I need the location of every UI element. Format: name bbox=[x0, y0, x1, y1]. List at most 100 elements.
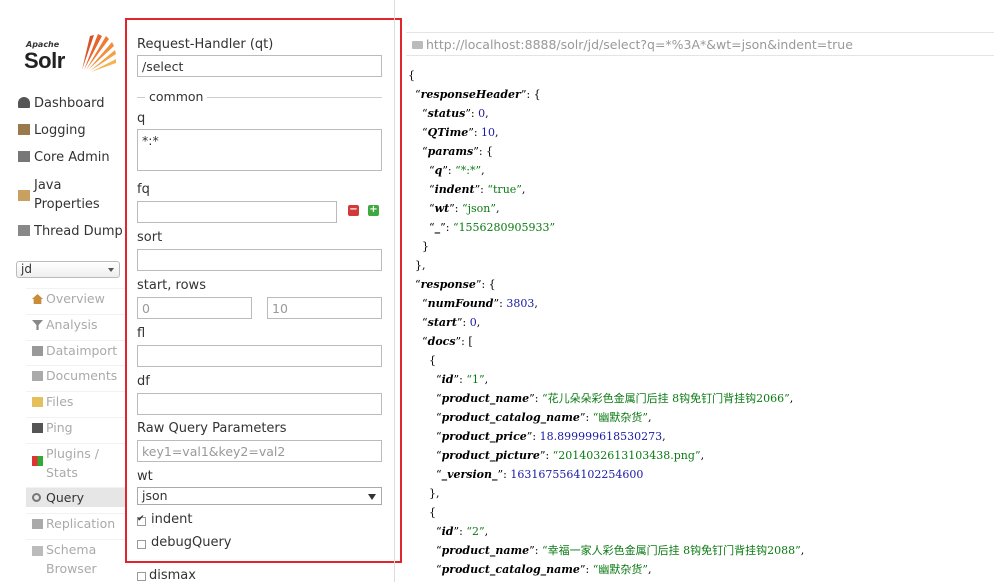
json-doc0-id: 1 bbox=[471, 373, 479, 386]
replication-icon bbox=[32, 519, 43, 529]
json-qtime: 10 bbox=[481, 126, 496, 139]
core-menu-overview[interactable]: Overview bbox=[26, 288, 125, 308]
dataimport-icon bbox=[32, 346, 43, 356]
core-selector-value: jd bbox=[21, 262, 32, 276]
json-doc0-product-name: 花儿朵朵彩色金属门后挂 8钩免钉门背挂钩2066 bbox=[547, 392, 785, 405]
legend-line-right bbox=[207, 97, 382, 98]
core-menu-ping-label: Ping bbox=[46, 420, 73, 435]
core-menu-documents-label: Documents bbox=[46, 368, 118, 383]
core-menu-replication-label: Replication bbox=[46, 516, 116, 531]
ping-icon bbox=[32, 423, 43, 433]
solr-sun-icon bbox=[82, 34, 116, 72]
nav-core-admin[interactable]: Core Admin bbox=[18, 148, 110, 167]
wt-label: wt bbox=[137, 469, 153, 484]
nav-dashboard-label: Dashboard bbox=[34, 96, 105, 111]
df-input[interactable] bbox=[137, 393, 382, 415]
df-label: df bbox=[137, 374, 150, 389]
rows-input[interactable]: 10 bbox=[267, 297, 382, 319]
wt-select[interactable]: json bbox=[137, 487, 382, 505]
raw-params-label: Raw Query Parameters bbox=[137, 421, 287, 436]
nav-dashboard[interactable]: Dashboard bbox=[18, 94, 105, 113]
json-doc0-price: 18.899999618530273 bbox=[539, 430, 663, 443]
thread-dump-icon bbox=[18, 225, 30, 236]
core-menu-dataimport[interactable]: Dataimport bbox=[26, 340, 125, 360]
search-icon bbox=[32, 493, 41, 502]
indent-label: indent bbox=[151, 512, 193, 527]
url-icon bbox=[412, 41, 423, 49]
filter-icon bbox=[32, 320, 43, 330]
core-menu-analysis-label: Analysis bbox=[46, 317, 98, 332]
result-url-text: http://localhost:8888/solr/jd/select?q=*… bbox=[426, 37, 853, 52]
chevron-down-icon bbox=[368, 494, 376, 500]
result-url-link[interactable]: http://localhost:8888/solr/jd/select?q=*… bbox=[406, 32, 994, 56]
q-textarea[interactable]: *:* bbox=[137, 129, 382, 171]
core-menu-dataimport-label: Dataimport bbox=[46, 343, 118, 358]
schema-icon bbox=[32, 546, 43, 556]
core-menu-plugins-stats[interactable]: Plugins / Stats bbox=[26, 443, 125, 483]
nav-core-admin-label: Core Admin bbox=[34, 150, 110, 165]
json-doc0-version: 1631675564102254600 bbox=[510, 468, 644, 481]
common-fieldset-legend: common bbox=[137, 89, 382, 104]
json-response: { “responseHeader”: { “status”: 0, “QTim… bbox=[408, 69, 805, 576]
debug-query-checkbox[interactable] bbox=[137, 540, 146, 549]
core-menu-schema-label: Schema bbox=[46, 542, 97, 557]
fq-input[interactable] bbox=[137, 201, 337, 223]
json-start: 0 bbox=[469, 316, 477, 329]
core-menu-plugins-label: Plugins / bbox=[46, 446, 99, 461]
core-menu-documents[interactable]: Documents bbox=[26, 365, 125, 385]
json-param-indent: true bbox=[493, 183, 517, 196]
legend-line-left bbox=[137, 97, 145, 98]
core-menu-replication[interactable]: Replication bbox=[26, 513, 125, 533]
add-fq-button[interactable]: + bbox=[368, 205, 379, 216]
qt-input[interactable]: /select bbox=[137, 55, 382, 77]
nav-logging[interactable]: Logging bbox=[18, 121, 86, 140]
nav-thread-dump[interactable]: Thread Dump bbox=[18, 222, 123, 241]
indent-checkbox[interactable] bbox=[137, 514, 146, 526]
sort-label: sort bbox=[137, 230, 163, 245]
chevron-down-icon bbox=[108, 268, 114, 272]
nav-thread-dump-label: Thread Dump bbox=[34, 224, 123, 239]
json-doc1-catalog: 幽默杂货 bbox=[598, 563, 643, 576]
logo-solr-text: Solr bbox=[24, 48, 65, 73]
sidebar: Apache Solr Dashboard Logging Core Admin… bbox=[0, 0, 125, 582]
raw-params-input[interactable]: key1=val1&key2=val2 bbox=[137, 440, 382, 462]
panel-divider bbox=[394, 0, 395, 582]
core-menu-query-label: Query bbox=[46, 490, 84, 505]
solr-logo[interactable]: Apache Solr bbox=[24, 28, 116, 78]
sort-input[interactable] bbox=[137, 249, 382, 271]
json-doc0-picture: 2014032613103438.png bbox=[558, 449, 695, 462]
nav-properties-label: Properties bbox=[34, 197, 100, 212]
debug-query-label: debugQuery bbox=[151, 535, 232, 550]
logging-icon bbox=[18, 124, 30, 135]
nav-logging-label: Logging bbox=[34, 123, 86, 138]
json-param-q: *:* bbox=[460, 164, 476, 177]
json-param-underscore: 1556280905933 bbox=[458, 221, 550, 234]
home-icon bbox=[32, 294, 43, 304]
fq-label: fq bbox=[137, 182, 150, 197]
json-doc0-catalog: 幽默杂货 bbox=[598, 411, 643, 424]
q-label: q bbox=[137, 111, 146, 126]
fl-input[interactable] bbox=[137, 345, 382, 367]
core-menu-schema-browser[interactable]: Schema Browser bbox=[26, 539, 125, 579]
core-menu-ping[interactable]: Ping bbox=[26, 417, 125, 437]
dashboard-icon bbox=[18, 97, 30, 108]
folder-icon bbox=[32, 397, 43, 407]
core-menu-stats-label: Stats bbox=[46, 465, 78, 480]
json-param-wt: json bbox=[467, 202, 491, 215]
core-selector[interactable]: jd bbox=[16, 261, 120, 278]
json-doc1-id: 2 bbox=[471, 525, 479, 538]
core-admin-icon bbox=[18, 151, 30, 162]
start-input[interactable]: 0 bbox=[137, 297, 252, 319]
java-icon bbox=[18, 190, 30, 201]
core-menu-analysis[interactable]: Analysis bbox=[26, 314, 125, 334]
plugins-icon bbox=[32, 456, 43, 466]
core-menu-query[interactable]: Query bbox=[26, 487, 125, 507]
remove-fq-button[interactable]: − bbox=[348, 205, 359, 216]
core-menu-browser-label: Browser bbox=[46, 561, 97, 576]
dismax-checkbox[interactable] bbox=[137, 572, 146, 581]
core-menu-files[interactable]: Files bbox=[26, 391, 125, 411]
qt-label: Request-Handler (qt) bbox=[137, 37, 274, 52]
documents-icon bbox=[32, 371, 43, 381]
dismax-label: dismax bbox=[149, 568, 196, 583]
json-status: 0 bbox=[478, 107, 486, 120]
